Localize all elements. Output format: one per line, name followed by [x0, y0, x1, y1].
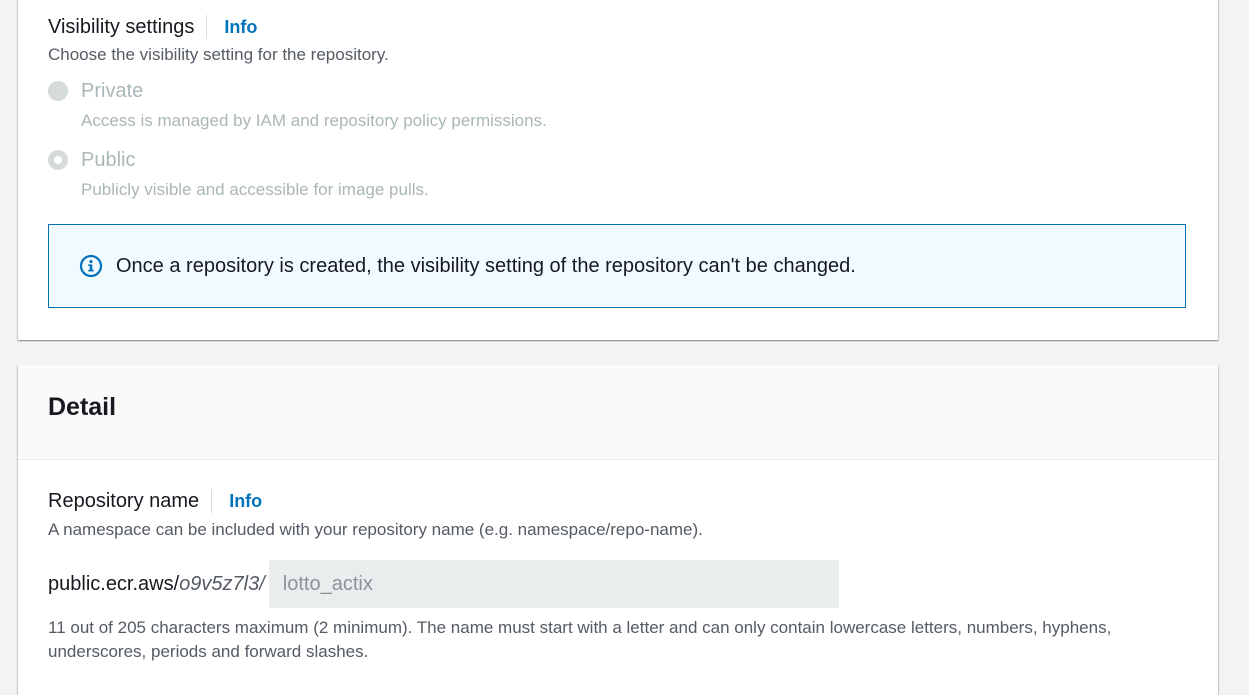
info-circle-icon: [79, 254, 103, 278]
repository-name-row: public.ecr.aws/o9v5z7l3/: [48, 560, 839, 608]
visibility-label-row: Visibility settings Info: [48, 14, 257, 40]
repository-name-label-row: Repository name Info: [48, 488, 262, 514]
repository-name-constraint: 11 out of 205 characters maximum (2 mini…: [48, 618, 1112, 661]
alert-message: Once a repository is created, the visibi…: [116, 254, 856, 277]
public-radio[interactable]: [48, 150, 68, 170]
repository-name-label: Repository name: [48, 489, 200, 512]
visibility-info-link[interactable]: Info: [224, 17, 257, 38]
private-radio[interactable]: [48, 81, 68, 101]
visibility-settings-card: Visibility settings Info Choose the visi…: [18, 0, 1218, 340]
detail-header: Detail: [18, 365, 1218, 460]
radio-option-private[interactable]: Private Access is managed by IAM and rep…: [48, 79, 547, 131]
repository-name-input[interactable]: [268, 560, 839, 608]
registry-domain: public.ecr.aws/: [48, 572, 180, 595]
label-divider: [206, 15, 208, 39]
repository-name-description: A namespace can be included with your re…: [48, 520, 703, 539]
detail-card: Detail Repository name Info A namespace …: [18, 365, 1218, 695]
label-divider: [211, 489, 213, 513]
private-option-description: Access is managed by IAM and repository …: [81, 111, 547, 130]
visibility-info-alert: Once a repository is created, the visibi…: [48, 224, 1186, 308]
private-option-title: Private: [81, 80, 144, 102]
radio-option-public[interactable]: Public Publicly visible and accessible f…: [48, 148, 429, 200]
visibility-description: Choose the visibility setting for the re…: [48, 45, 389, 64]
public-option-description: Publicly visible and accessible for imag…: [81, 180, 429, 199]
public-option-title: Public: [81, 149, 136, 171]
visibility-settings-label: Visibility settings: [48, 15, 195, 38]
detail-title: Detail: [48, 393, 117, 421]
registry-alias: o9v5z7l3/: [179, 572, 265, 595]
repository-name-info-link[interactable]: Info: [229, 491, 262, 512]
repository-uri-prefix: public.ecr.aws/o9v5z7l3/: [48, 573, 265, 596]
